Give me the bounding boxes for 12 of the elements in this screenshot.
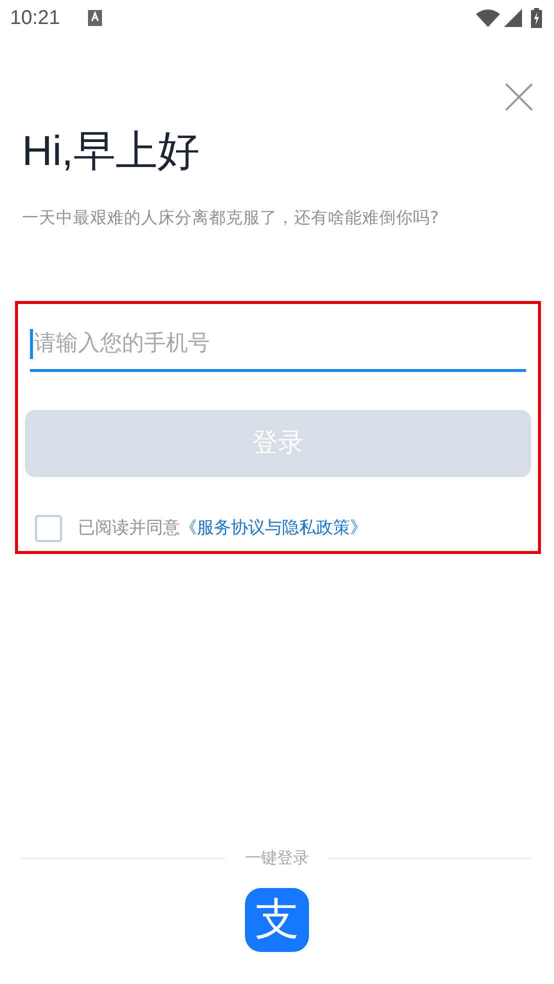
battery-charging-icon (531, 8, 542, 28)
keyboard-app-icon (88, 10, 102, 26)
greeting-title: Hi,早上好 (22, 126, 200, 176)
agreement-text: 已阅读并同意《服务协议与隐私政策》 (78, 516, 367, 540)
clock-time: 10:21 (10, 6, 60, 31)
alipay-login-button[interactable]: 支 (245, 888, 309, 952)
signal-icon (504, 9, 522, 27)
subtitle-text: 一天中最艰难的人床分离都克服了，还有啥能难倒你吗? (22, 207, 440, 230)
wifi-icon (476, 9, 500, 27)
agreement-checkbox[interactable] (35, 515, 62, 542)
policy-link[interactable]: 《服务协议与隐私政策》 (180, 518, 367, 538)
quick-login-label: 一键登录 (245, 847, 309, 869)
